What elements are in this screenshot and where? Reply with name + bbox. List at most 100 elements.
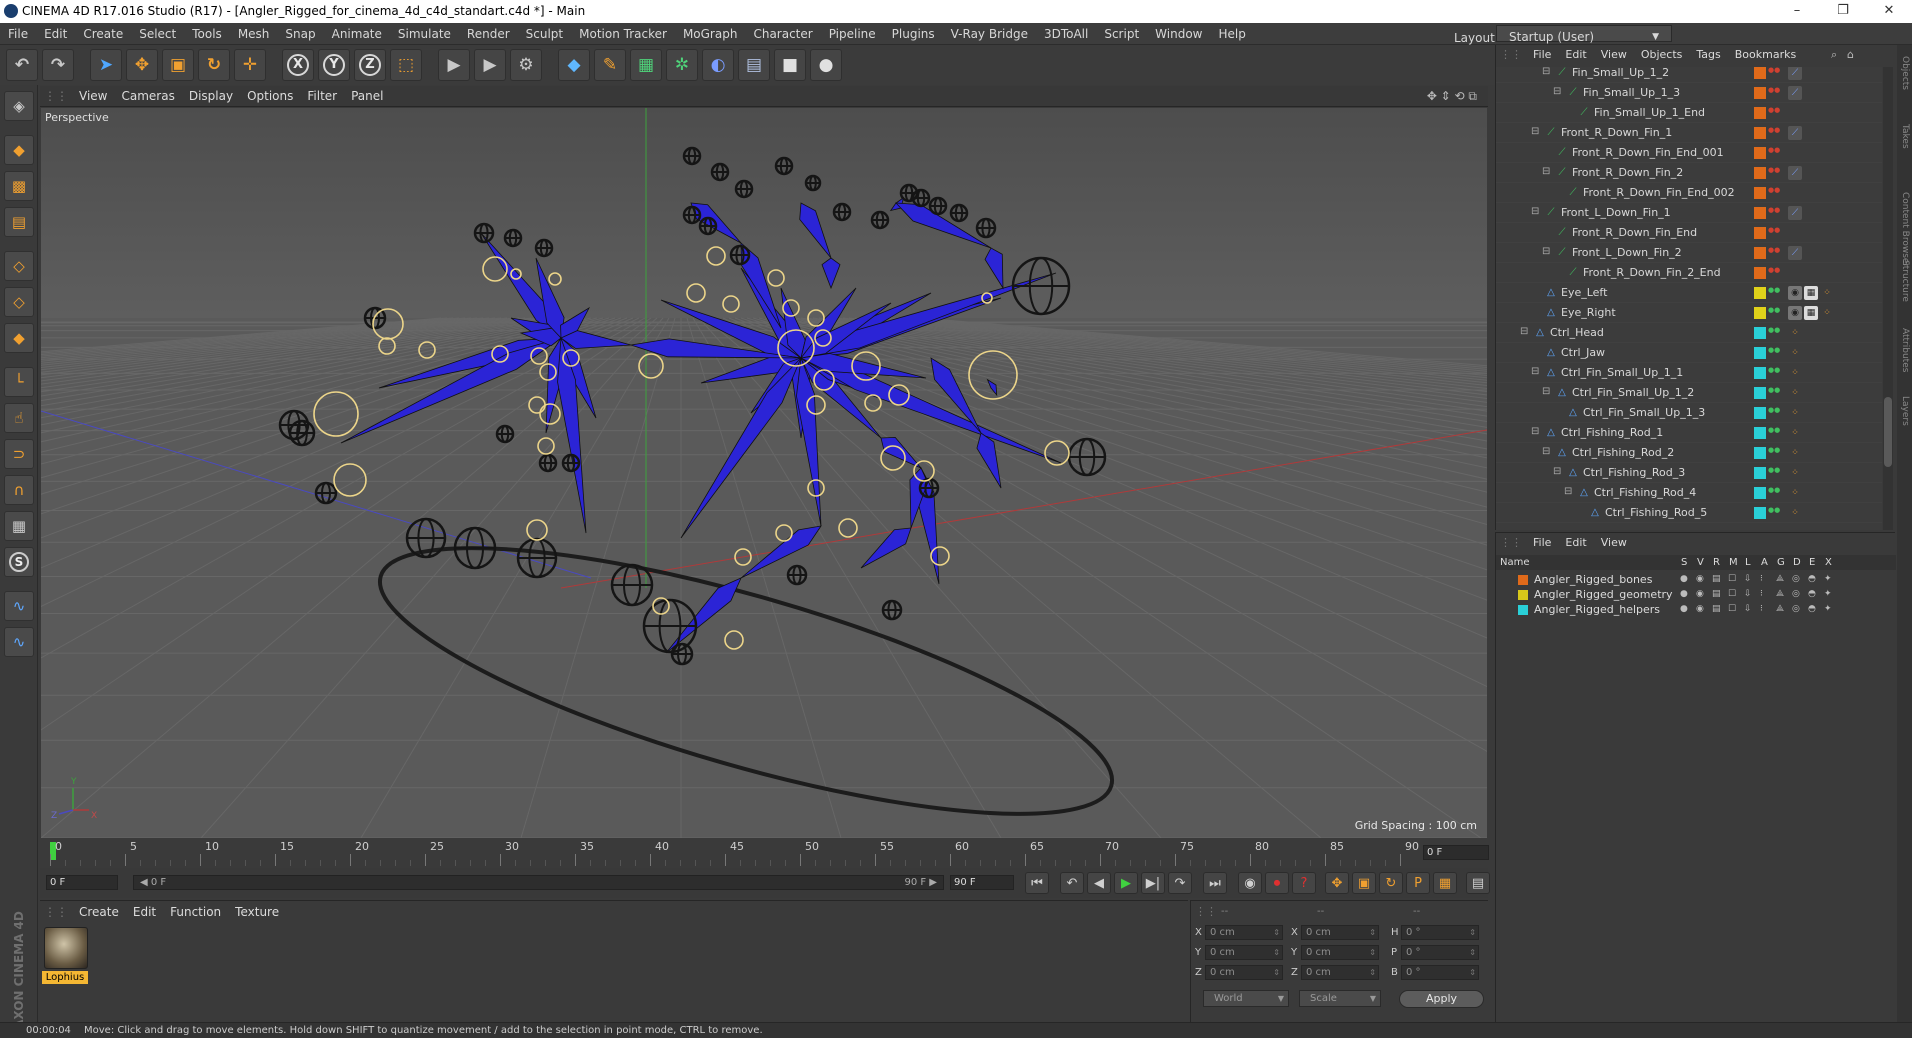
tree-collapse-icon[interactable]: ⊟ [1564,486,1572,497]
layer-toggle-l-icon[interactable]: ⇩ [1744,602,1752,617]
visibility-dots-icon[interactable]: ●● [1768,127,1780,139]
object-row[interactable]: ⊟ △ Ctrl_Fishing_Rod_2 ●● ⁘ [1496,443,1882,463]
layer-toggle-s-icon[interactable]: ● [1680,572,1688,587]
object-row[interactable]: ⊟ ⟋ Front_R_Down_Fin_2 ●● ⟋ [1496,163,1882,183]
subdivision-button[interactable]: ▦ [630,49,662,81]
layer-toggle-g-icon[interactable]: ⟁ [1776,602,1784,617]
layer-column-r[interactable]: R [1713,555,1720,570]
minimize-button[interactable]: – [1774,0,1820,23]
visibility-dots-icon[interactable]: ●● [1768,67,1780,79]
layer-column-e[interactable]: E [1809,555,1815,570]
viewport-menu-filter[interactable]: Filter [300,86,344,107]
expression-tag-icon[interactable]: ⁘ [1788,426,1802,440]
timeline-button[interactable]: ▤ [1466,872,1490,894]
visibility-dots-icon[interactable]: ●● [1768,427,1780,439]
expression-tag-icon[interactable]: ⁘ [1788,466,1802,480]
layer-toggle-e-icon[interactable]: ◓ [1808,602,1816,617]
tree-collapse-icon[interactable]: ⊟ [1531,206,1539,217]
menu-snap[interactable]: Snap [277,23,323,45]
coord-field-p[interactable]: 0 ° ⇕ [1401,945,1479,960]
snap-button[interactable]: ⊃ [4,439,34,469]
layer-color-swatch[interactable] [1754,367,1766,379]
python-button[interactable]: ∿ [4,591,34,621]
side-tab-takes[interactable]: Takes [1900,124,1910,172]
layer-column-x[interactable]: X [1825,555,1832,570]
record-scale-button[interactable]: ▣ [1352,872,1376,894]
object-row[interactable]: ⊟ ⟋ Front_R_Down_Fin_1 ●● ⟋ [1496,123,1882,143]
ik-tag-icon[interactable]: ⟋ [1788,67,1802,80]
coord-field-b[interactable]: 0 ° ⇕ [1401,965,1479,980]
layer-toggle-m-icon[interactable]: ☐ [1728,572,1736,587]
menu-animate[interactable]: Animate [324,23,390,45]
coord-field-h[interactable]: 0 ° ⇕ [1401,925,1479,940]
apply-button[interactable]: Apply [1399,990,1484,1008]
visibility-dots-icon[interactable]: ●● [1768,287,1780,299]
layer-toggle-x-icon[interactable]: ✦ [1824,572,1832,587]
rotate-button[interactable]: ↻ [198,49,230,81]
menu-help[interactable]: Help [1210,23,1253,45]
visibility-dots-icon[interactable]: ●● [1768,307,1780,319]
redo-button[interactable]: ↷ [42,49,74,81]
panel-grip-icon[interactable]: ⋮⋮ [40,86,72,107]
side-tab-layers[interactable]: Layers [1900,396,1910,444]
layer-color-swatch[interactable] [1754,187,1766,199]
object-row[interactable]: ⟋ Front_R_Down_Fin_End ●● [1496,223,1882,243]
points-mode-button[interactable]: ◇ [4,251,34,281]
camera-button[interactable]: ■ [774,49,806,81]
layer-toggle-e-icon[interactable]: ◓ [1808,587,1816,602]
scale-button[interactable]: ▣ [162,49,194,81]
x-axis-lock-button[interactable]: X [282,49,314,81]
tree-collapse-icon[interactable]: ⊟ [1553,86,1561,97]
ik-tag-icon[interactable]: ⟋ [1788,126,1802,140]
current-frame-field[interactable]: 0 F [1423,845,1489,860]
object-row[interactable]: ⊟ ⟋ Front_L_Down_Fin_2 ●● ⟋ [1496,243,1882,263]
layer-toggle-a-icon[interactable]: ⁝ [1760,572,1763,587]
preview-range-slider[interactable]: ◀ 0 F 90 F ▶ [133,875,944,890]
coordinate-space-select[interactable]: World ▼ [1203,990,1289,1007]
coord-field-y[interactable]: 0 cm ⇕ [1205,945,1283,960]
close-button[interactable]: ✕ [1866,0,1912,23]
expression-tag-icon[interactable]: ⁘ [1788,446,1802,460]
visibility-dots-icon[interactable]: ●● [1768,107,1780,119]
layer-toggle-d-icon[interactable]: ◎ [1792,572,1800,587]
magnet-button[interactable]: ∩ [4,475,34,505]
menu-3dtoall[interactable]: 3DToAll [1036,23,1096,45]
layer-color-swatch[interactable] [1754,227,1766,239]
visibility-dots-icon[interactable]: ●● [1768,167,1780,179]
layer-color-swatch[interactable] [1754,147,1766,159]
layer-color-swatch[interactable] [1754,407,1766,419]
coordinate-mode-select[interactable]: Scale ▼ [1299,990,1381,1007]
layer-toggle-d-icon[interactable]: ◎ [1792,602,1800,617]
menu-simulate[interactable]: Simulate [390,23,459,45]
layer-color-swatch[interactable] [1754,327,1766,339]
workplane-button[interactable]: ▤ [4,207,34,237]
record-position-button[interactable]: ✥ [1325,872,1349,894]
object-row[interactable]: ⊟ △ Ctrl_Fin_Small_Up_1_2 ●● ⁘ [1496,383,1882,403]
coord-field-z[interactable]: 0 cm ⇕ [1205,965,1283,980]
visibility-dots-icon[interactable]: ●● [1768,387,1780,399]
visibility-dots-icon[interactable]: ●● [1768,247,1780,259]
layer-toggle-l-icon[interactable]: ⇩ [1744,587,1752,602]
layer-color-swatch[interactable] [1754,167,1766,179]
object-row[interactable]: ⊟ △ Ctrl_Fishing_Rod_4 ●● ⁘ [1496,483,1882,503]
tree-collapse-icon[interactable]: ⊟ [1542,446,1550,457]
floor-button[interactable]: ▤ [738,49,770,81]
layer-column-m[interactable]: M [1729,555,1738,570]
cloner-button[interactable]: ✲ [666,49,698,81]
autokey-button[interactable]: ⏺ [1265,872,1289,894]
layer-color-swatch[interactable] [1518,605,1528,615]
visibility-dots-icon[interactable]: ●● [1768,487,1780,499]
viewport-nav-icons[interactable]: ✥ ⇕ ⟲ ⧉ [1420,86,1484,107]
layer-color-swatch[interactable] [1754,307,1766,319]
viewport-menu-view[interactable]: View [72,86,114,107]
panel-grip-icon[interactable]: ⋮⋮ [1195,905,1217,918]
coord-field-z[interactable]: 0 cm ⇕ [1301,965,1379,980]
menu-mograph[interactable]: MoGraph [675,23,746,45]
layer-toggle-g-icon[interactable]: ⟁ [1776,587,1784,602]
layer-toggle-x-icon[interactable]: ✦ [1824,602,1832,617]
next-frame-button[interactable]: ▶| [1141,872,1165,894]
texture-tag-icon[interactable]: ▦ [1804,286,1818,300]
go-to-previous-key-button[interactable]: ↶ [1060,872,1084,894]
tree-collapse-icon[interactable]: ⊟ [1542,67,1550,77]
menu-create[interactable]: Create [75,23,131,45]
